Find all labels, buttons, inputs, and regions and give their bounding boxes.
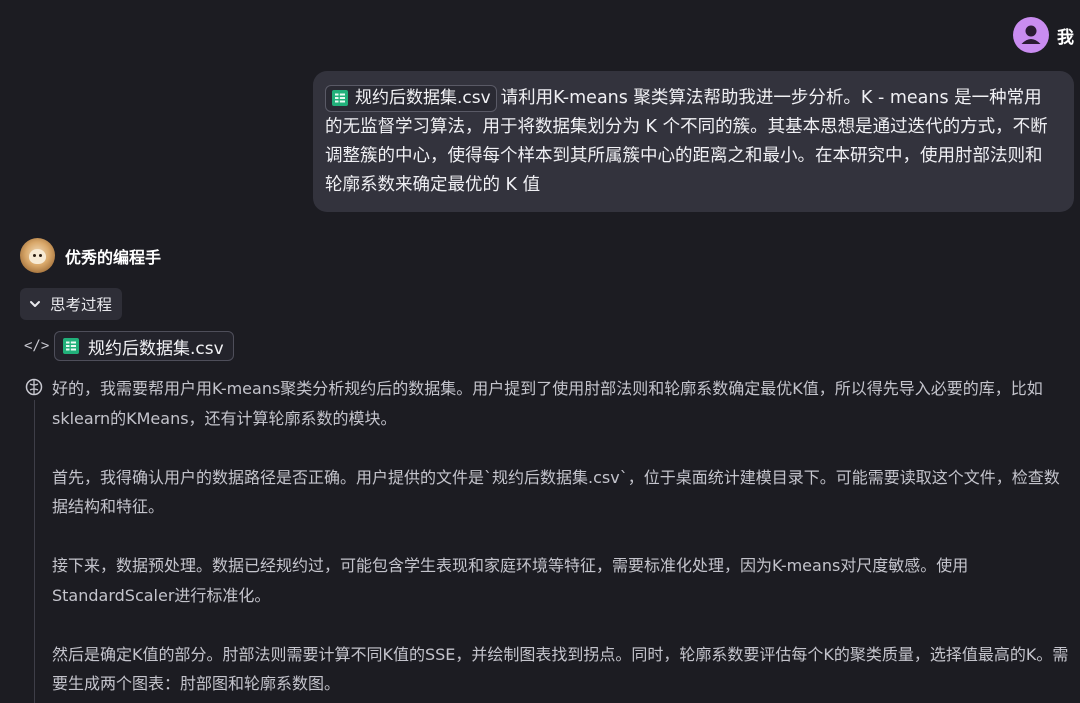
spreadsheet-icon xyxy=(332,90,348,106)
brain-icon xyxy=(25,378,43,396)
attachment-filename: 规约后数据集.csv xyxy=(355,87,491,108)
assistant-name: 优秀的编程手 xyxy=(65,247,162,267)
user-name: 我 xyxy=(1057,27,1074,48)
reasoning-paragraph: 好的，我需要帮用户用K-means聚类分析规约后的数据集。用户提到了使用肘部法则… xyxy=(52,379,1043,428)
reasoning-paragraph: 然后是确定K值的部分。肘部法则需要计算不同K值的SSE，并绘制图表找到拐点。同时… xyxy=(52,644,1069,694)
code-icon: </> xyxy=(24,338,50,354)
code-attachment-chip[interactable]: 规约后数据集.csv xyxy=(54,331,234,361)
chevron-down-icon xyxy=(30,301,40,307)
reasoning-divider xyxy=(34,400,35,703)
reasoning-paragraph: 接下来，数据预处理。数据已经规约过，可能包含学生表现和家庭环境等特征，需要标准化… xyxy=(52,556,969,605)
user-message-bubble: 规约后数据集.csv 请利用K-means 聚类算法帮助我进一步分析。K - m… xyxy=(313,71,1074,212)
attachment-chip[interactable]: 规约后数据集.csv xyxy=(325,84,497,112)
assistant-header: 优秀的编程手 xyxy=(20,238,161,273)
assistant-avatar xyxy=(20,238,55,273)
thinking-toggle-button[interactable]: 思考过程 xyxy=(20,288,123,320)
chat-page: 我 规约后数据集.csv 请利用K-means 聚类算法帮助我进一步分析。K -… xyxy=(0,0,1080,703)
reasoning-text: 好的，我需要帮用户用K-means聚类分析规约后的数据集。用户提到了使用肘部法则… xyxy=(52,374,1070,703)
reasoning-paragraph: 首先，我得确认用户的数据路径是否正确。用户提供的文件是`规约后数据集.csv`，… xyxy=(52,467,1060,517)
user-header: 我 xyxy=(1013,17,1074,53)
user-icon xyxy=(1021,25,1041,44)
code-attachment-filename: 规约后数据集.csv xyxy=(88,338,224,359)
spreadsheet-icon xyxy=(63,338,79,354)
thinking-label: 思考过程 xyxy=(50,296,113,314)
code-attachment-row: </> 规约后数据集.csv xyxy=(24,331,234,361)
user-avatar[interactable] xyxy=(1013,17,1049,53)
